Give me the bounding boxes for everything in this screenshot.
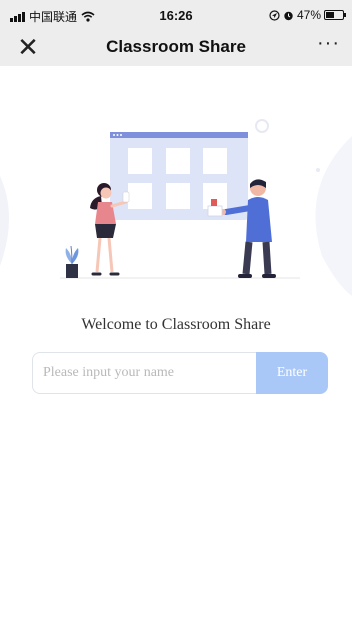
battery-percent: 47%	[296, 8, 321, 22]
more-icon[interactable]: ···	[317, 32, 340, 55]
plant-icon	[65, 245, 79, 278]
battery-icon	[324, 10, 346, 20]
bg-blob-left	[0, 176, 9, 266]
board-tile	[166, 183, 190, 209]
board-tile	[128, 148, 152, 174]
bg-circle-small	[255, 119, 269, 133]
board-tile	[128, 183, 152, 209]
location-icon	[269, 9, 280, 21]
name-input[interactable]	[32, 352, 258, 394]
bg-blob-right	[315, 136, 352, 296]
bg-dot	[316, 168, 320, 172]
board-header	[110, 132, 248, 138]
welcome-text: Welcome to Classroom Share	[81, 316, 271, 333]
classroom-illustration	[0, 119, 352, 296]
status-bar: 中国联通 16:26 47%	[0, 0, 352, 30]
name-form: Enter	[32, 352, 328, 396]
page-title: Classroom Share	[106, 37, 246, 56]
board-tile	[203, 148, 227, 174]
main-content: Welcome to Classroom Share Enter	[0, 66, 352, 626]
nav-bar: ✕ Classroom Share ···	[0, 30, 352, 66]
board-tile	[166, 148, 190, 174]
alarm-icon	[284, 11, 293, 20]
enter-button[interactable]: Enter	[256, 352, 328, 394]
status-right: 47%	[269, 8, 346, 22]
woman-figure	[90, 183, 130, 276]
